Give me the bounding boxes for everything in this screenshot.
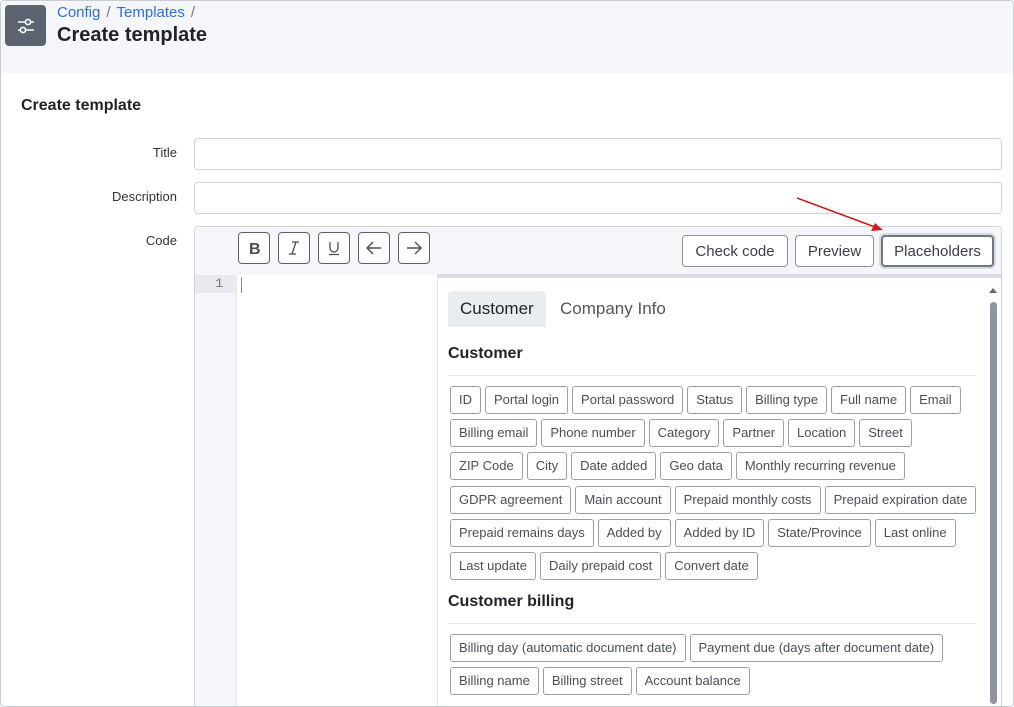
section-title: Create template [21, 97, 142, 114]
placeholders-button[interactable]: Placeholders [881, 235, 994, 267]
page-header: Config / Templates / Create template [1, 1, 1013, 73]
undo-icon [366, 241, 381, 255]
placeholder-group-title: Customer billing [448, 593, 575, 610]
bold-button[interactable]: B [238, 232, 270, 264]
breadcrumb-separator: / [106, 4, 111, 21]
preview-button[interactable]: Preview [795, 235, 874, 267]
placeholder-chip[interactable]: Status [687, 386, 743, 414]
placeholder-chip[interactable]: Prepaid remains days [450, 519, 594, 547]
placeholder-chip[interactable]: Location [788, 419, 856, 447]
placeholder-chip[interactable]: Added by [597, 519, 671, 547]
placeholder-row: Billing email Phone number Category Partner… [450, 419, 912, 447]
placeholder-row: ZIP Code City Date added Geo data Monthly re… [450, 452, 905, 480]
panel-scrollbar[interactable] [988, 284, 998, 706]
group-divider [448, 375, 976, 376]
placeholder-chip[interactable]: Street [859, 419, 912, 447]
placeholder-chip[interactable]: Billing email [450, 419, 538, 447]
code-label: Code [145, 233, 177, 248]
app-frame: Config / Templates / Create template Create… [0, 0, 1014, 707]
placeholder-chip[interactable]: Full name [831, 386, 907, 414]
undo-button[interactable] [358, 232, 390, 264]
placeholder-chip[interactable]: Email [910, 386, 961, 414]
placeholder-chip[interactable]: Portal password [572, 386, 684, 414]
placeholder-group-title: Customer [448, 345, 523, 362]
placeholder-chip[interactable]: Daily prepaid cost [539, 552, 662, 580]
line-gutter: 1 [195, 275, 237, 706]
placeholder-chip[interactable]: Portal login [485, 386, 569, 414]
breadcrumb-separator: / [190, 4, 196, 21]
page-title: Create template [57, 24, 208, 46]
scroll-up-icon[interactable] [989, 288, 997, 293]
placeholder-chip[interactable]: Geo data [660, 452, 732, 480]
placeholder-chip[interactable]: Phone number [541, 419, 645, 447]
placeholder-chip[interactable]: City [526, 452, 568, 480]
annotation-arrow-icon [796, 197, 883, 231]
placeholder-row: ID Portal login Portal password Status Billi… [450, 386, 961, 414]
tab-company-info[interactable]: Company Info [548, 291, 678, 327]
underline-button[interactable] [318, 232, 350, 264]
breadcrumb-templates[interactable]: Templates [117, 4, 185, 21]
placeholder-row: Billing name Billing street Account balanc… [450, 667, 750, 695]
placeholder-chip[interactable]: Convert date [665, 552, 758, 580]
placeholder-chip[interactable]: Main account [575, 486, 671, 514]
placeholder-chip[interactable]: Last online [874, 519, 956, 547]
placeholder-chip[interactable]: ID [450, 386, 481, 414]
title-label: Title [152, 145, 177, 160]
breadcrumb-config[interactable]: Config [57, 4, 100, 21]
placeholder-row: Prepaid remains days Added by Added by ID S… [450, 519, 956, 547]
description-label: Description [111, 189, 177, 204]
italic-button[interactable] [278, 232, 310, 264]
placeholder-row: Billing day (automatic document date) Pay… [450, 634, 944, 662]
placeholder-chip[interactable]: Added by ID [674, 519, 765, 547]
breadcrumb: Config / Templates / [57, 4, 201, 21]
placeholder-chip[interactable]: Billing type [746, 386, 827, 414]
italic-icon [289, 241, 299, 255]
placeholders-panel: Customer Company Info Customer ID Portal l… [437, 274, 1001, 706]
placeholder-chip[interactable]: Prepaid monthly costs [674, 486, 821, 514]
placeholder-chip[interactable]: GDPR agreement [450, 486, 572, 514]
placeholder-row: Last update Daily prepaid cost Convert dat… [450, 552, 758, 580]
placeholder-row: GDPR agreement Main account Prepaid monthl… [450, 486, 977, 514]
placeholder-chip[interactable]: ZIP Code [450, 452, 523, 480]
text-cursor [241, 277, 242, 293]
line-number: 1 [195, 275, 237, 293]
check-code-button[interactable]: Check code [682, 235, 788, 267]
placeholder-chip[interactable]: Prepaid expiration date [824, 486, 977, 514]
bold-icon: B [249, 241, 261, 256]
group-divider [448, 623, 976, 624]
placeholder-chip[interactable]: Last update [450, 552, 536, 580]
placeholder-chip[interactable]: Category [648, 419, 720, 447]
sliders-icon [5, 5, 46, 46]
placeholder-chip[interactable]: Billing name [450, 667, 539, 695]
placeholder-chip[interactable]: Billing day (automatic document date) [450, 634, 686, 662]
placeholder-chip[interactable]: Billing street [542, 667, 632, 695]
placeholder-chip[interactable]: State/Province [768, 519, 871, 547]
placeholder-chip[interactable]: Partner [723, 419, 785, 447]
placeholder-chip[interactable]: Date added [571, 452, 657, 480]
tab-customer[interactable]: Customer [448, 291, 546, 327]
redo-icon [407, 241, 422, 255]
placeholder-chip[interactable]: Account balance [635, 667, 750, 695]
title-input[interactable] [194, 138, 1002, 170]
scroll-thumb[interactable] [990, 302, 997, 704]
svg-text:B: B [249, 241, 261, 256]
redo-button[interactable] [398, 232, 430, 264]
placeholder-chip[interactable]: Payment due (days after document date) [689, 634, 944, 662]
underline-icon [329, 242, 339, 256]
placeholder-chip[interactable]: Monthly recurring revenue [735, 452, 905, 480]
